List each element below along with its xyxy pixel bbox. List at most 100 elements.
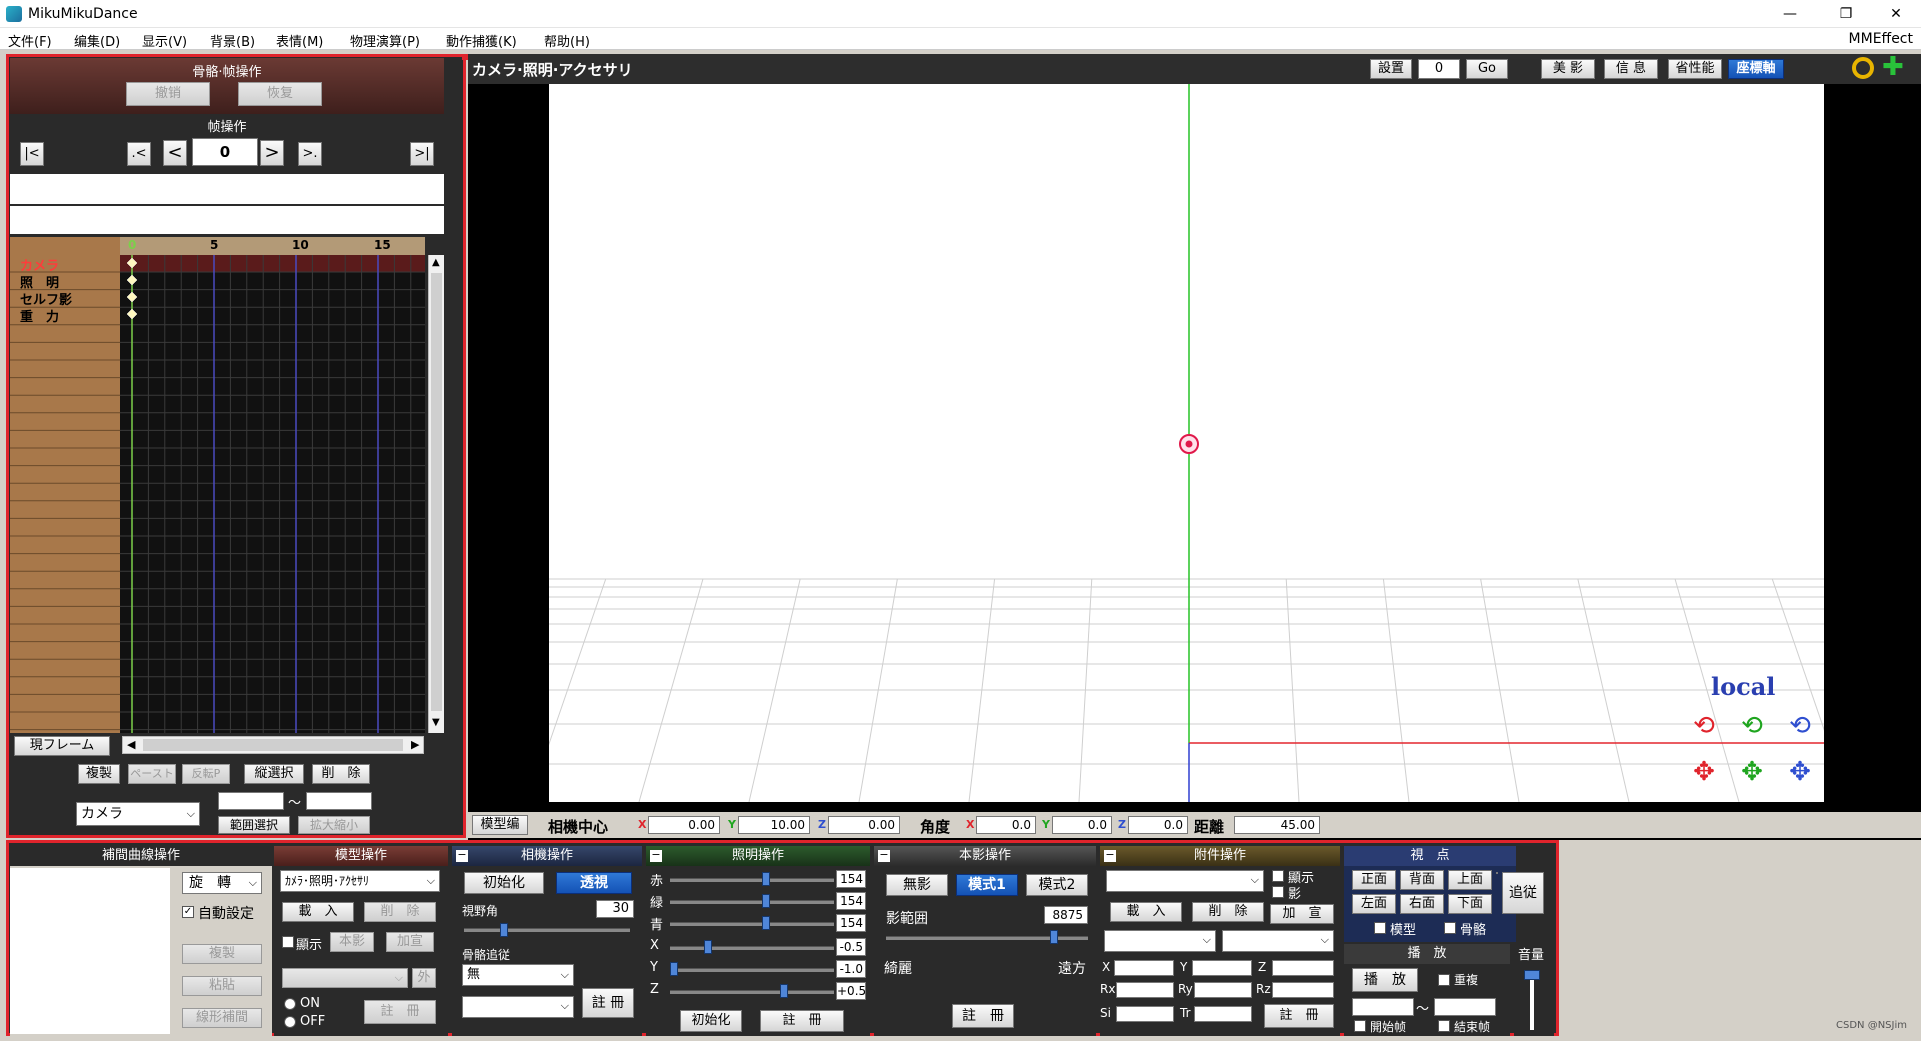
first-frame-button[interactable]: |<: [20, 142, 44, 166]
next-frame-button[interactable]: >: [260, 140, 284, 166]
angle-y-input[interactable]: 0.0: [1052, 816, 1112, 834]
acc-ry-input[interactable]: [1194, 982, 1252, 998]
menu-edit[interactable]: 编集(D): [74, 31, 120, 50]
camera-init-button[interactable]: 初始化: [464, 872, 544, 894]
accessory-parent-bone-select[interactable]: ⌵: [1222, 930, 1334, 952]
move-y-icon[interactable]: ✥: [1735, 757, 1769, 787]
end-frame-checkbox[interactable]: [1438, 1020, 1450, 1032]
shadow-range-input[interactable]: 8875: [1044, 906, 1088, 924]
perspective-button[interactable]: 透視: [556, 872, 632, 894]
light-x-knob[interactable]: [704, 940, 712, 954]
view-right-button[interactable]: 右面: [1400, 894, 1444, 914]
undo-button[interactable]: 撤销: [126, 82, 210, 106]
menu-file[interactable]: 文件(F): [8, 31, 52, 50]
3d-viewport[interactable]: local ⟲ ⟲ ⟲ ✥ ✥ ✥: [0, 84, 1921, 803]
interp-type-select[interactable]: 旋 轉 ⌵: [182, 872, 262, 894]
view-follow-button[interactable]: 追従: [1502, 872, 1544, 914]
blue-slider-knob[interactable]: [762, 916, 770, 930]
light-z-input[interactable]: +0.5: [836, 982, 866, 1000]
shadow-mode1-button[interactable]: 模式1: [956, 874, 1018, 896]
info-button[interactable]: 信 息: [1604, 59, 1658, 79]
performance-button[interactable]: 省性能: [1668, 59, 1722, 79]
copy-frame-button[interactable]: 複製: [78, 764, 120, 784]
view-bone-checkbox[interactable]: [1444, 922, 1456, 934]
model-add-button[interactable]: 加宣: [386, 932, 434, 952]
move-x-icon[interactable]: ✥: [1687, 757, 1721, 787]
start-frame-checkbox[interactable]: [1354, 1020, 1366, 1032]
camera-register-button[interactable]: 註 冊: [582, 988, 634, 1018]
accessory-register-button[interactable]: 註 冊: [1264, 1004, 1334, 1028]
external-button[interactable]: 外: [412, 968, 436, 988]
vscroll-thumb[interactable]: [431, 273, 442, 711]
shadow-register-button[interactable]: 註 冊: [952, 1004, 1014, 1028]
interp-curve-canvas[interactable]: [10, 868, 170, 1034]
scroll-left-icon[interactable]: ◀: [127, 738, 135, 751]
red-slider-knob[interactable]: [762, 872, 770, 886]
beauty-shadow-button[interactable]: 美 影: [1541, 59, 1595, 79]
light-y-slider[interactable]: [670, 968, 834, 972]
rotate-z-icon[interactable]: ⟲: [1783, 711, 1817, 741]
acc-x-input[interactable]: [1114, 960, 1174, 976]
close-button[interactable]: ✕: [1873, 0, 1919, 28]
rotate-x-icon[interactable]: ⟲: [1687, 711, 1721, 741]
light-register-button[interactable]: 註 冊: [760, 1010, 844, 1032]
angle-z-input[interactable]: 0.0: [1128, 816, 1188, 834]
menu-physics[interactable]: 物理演算(P): [350, 31, 420, 50]
model-select[interactable]: ｶﾒﾗ･照明･ｱｸｾｻﾘ ⌵: [280, 870, 440, 892]
minimize-button[interactable]: —: [1767, 0, 1813, 28]
range-select-button[interactable]: 範囲選択: [218, 816, 290, 834]
acc-y-input[interactable]: [1192, 960, 1252, 976]
current-frame-button[interactable]: 現フレーム: [14, 736, 110, 756]
accessory-parent-model-select[interactable]: ⌵: [1104, 930, 1216, 952]
distance-input[interactable]: 45.00: [1234, 816, 1320, 834]
red-input[interactable]: 154: [836, 870, 866, 888]
menu-view[interactable]: 显示(V): [142, 31, 187, 50]
accessory-load-button[interactable]: 載 入: [1110, 902, 1182, 922]
acc-rz-input[interactable]: [1272, 982, 1334, 998]
light-z-slider[interactable]: [670, 990, 834, 994]
scroll-right-icon[interactable]: ▶: [411, 738, 419, 751]
range-start-input[interactable]: [218, 792, 284, 810]
green-slider-knob[interactable]: [762, 894, 770, 908]
axis-button[interactable]: 座標軸: [1728, 59, 1784, 79]
view-top-button[interactable]: 上面: [1448, 870, 1492, 890]
rotate-y-icon[interactable]: ⟲: [1735, 711, 1769, 741]
fov-slider[interactable]: [464, 928, 630, 932]
center-y-input[interactable]: 10.00: [738, 816, 810, 834]
setup-frame-input[interactable]: 0: [1418, 59, 1460, 79]
restore-button[interactable]: ❐: [1823, 0, 1869, 28]
light-z-knob[interactable]: [780, 984, 788, 998]
on-radio[interactable]: [284, 998, 296, 1010]
scroll-down-icon[interactable]: ▼: [432, 717, 440, 728]
menu-background[interactable]: 背景(B): [210, 31, 255, 50]
accessory-shadow-checkbox[interactable]: [1272, 886, 1284, 898]
green-slider[interactable]: [670, 900, 834, 904]
fov-input[interactable]: 30: [596, 900, 634, 918]
accessory-select[interactable]: ⌵: [1106, 870, 1264, 892]
auto-set-checkbox[interactable]: ✓: [182, 906, 194, 918]
acc-tr-input[interactable]: [1194, 1006, 1252, 1022]
model-shadow-button[interactable]: 本影: [330, 932, 374, 952]
repeat-checkbox[interactable]: [1438, 974, 1450, 986]
target-select[interactable]: カメラ ⌵: [76, 802, 200, 826]
red-slider[interactable]: [670, 878, 834, 882]
go-button[interactable]: Go: [1466, 59, 1508, 79]
scroll-up-icon[interactable]: ▲: [432, 257, 440, 268]
shadow-collapse-icon[interactable]: −: [878, 849, 890, 862]
menu-motion-capture[interactable]: 動作捕獲(K): [446, 31, 517, 50]
off-radio[interactable]: [284, 1016, 296, 1028]
play-end-input[interactable]: [1434, 998, 1496, 1016]
linear-interp-button[interactable]: 線形補間: [182, 1008, 262, 1028]
accessory-collapse-icon[interactable]: −: [1104, 849, 1116, 862]
menu-morph[interactable]: 表情(M): [276, 31, 323, 50]
play-button[interactable]: 播 放: [1352, 968, 1418, 992]
prev-frame-button[interactable]: <: [163, 140, 187, 166]
view-back-button[interactable]: 背面: [1400, 870, 1444, 890]
camera-collapse-icon[interactable]: −: [456, 849, 468, 862]
frame-number-input[interactable]: 0: [192, 138, 258, 166]
model-show-checkbox[interactable]: [282, 936, 294, 948]
hscroll-thumb[interactable]: [143, 739, 403, 751]
fov-slider-knob[interactable]: [500, 923, 508, 937]
accessory-delete-button[interactable]: 削 除: [1192, 902, 1264, 922]
volume-knob[interactable]: [1524, 970, 1540, 980]
